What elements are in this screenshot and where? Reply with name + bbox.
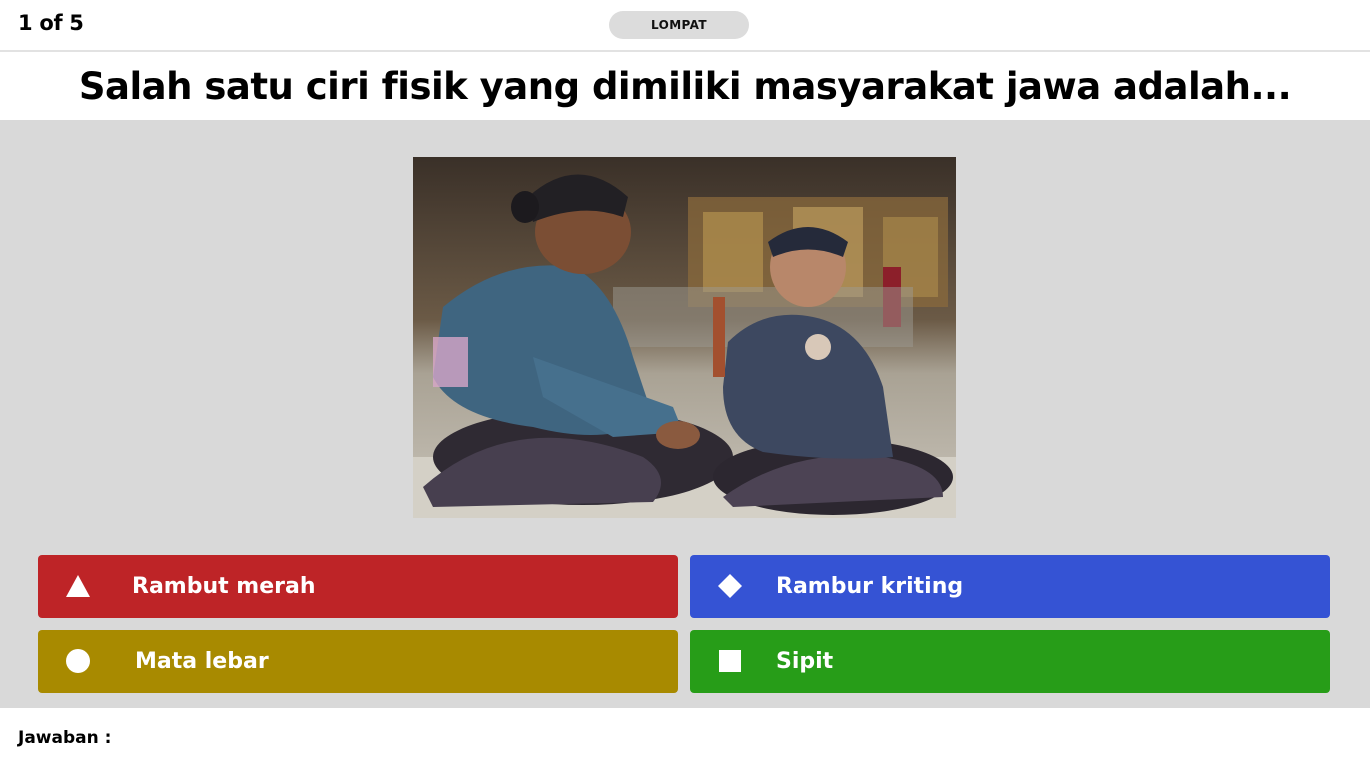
answer-option-1[interactable]: Rambut merah	[38, 555, 678, 618]
answer-label: Rambut merah	[132, 574, 316, 599]
skip-button[interactable]: LOMPAT	[609, 11, 749, 39]
question-text: Salah satu ciri fisik yang dimiliki masy…	[78, 65, 1292, 108]
answer-label: Sipit	[776, 649, 834, 674]
answer-option-4[interactable]: Sipit	[690, 630, 1330, 693]
footer: Jawaban :	[0, 708, 1370, 768]
diamond-icon	[718, 574, 742, 598]
question-image	[413, 157, 956, 518]
square-icon	[719, 650, 741, 672]
answer-status-label: Jawaban :	[18, 728, 112, 748]
question-counter: 1 of 5	[18, 11, 84, 35]
top-bar: 1 of 5 LOMPAT	[0, 0, 1370, 52]
circle-icon	[66, 649, 90, 673]
answer-option-3[interactable]: Mata lebar	[38, 630, 678, 693]
question-stage: Rambut merah Rambur kriting Mata lebar S…	[0, 120, 1370, 708]
javanese-people-photo	[413, 157, 956, 518]
triangle-icon	[66, 575, 90, 597]
answer-label: Mata lebar	[135, 649, 269, 674]
answer-label: Rambur kriting	[776, 574, 964, 599]
answer-option-2[interactable]: Rambur kriting	[690, 555, 1330, 618]
